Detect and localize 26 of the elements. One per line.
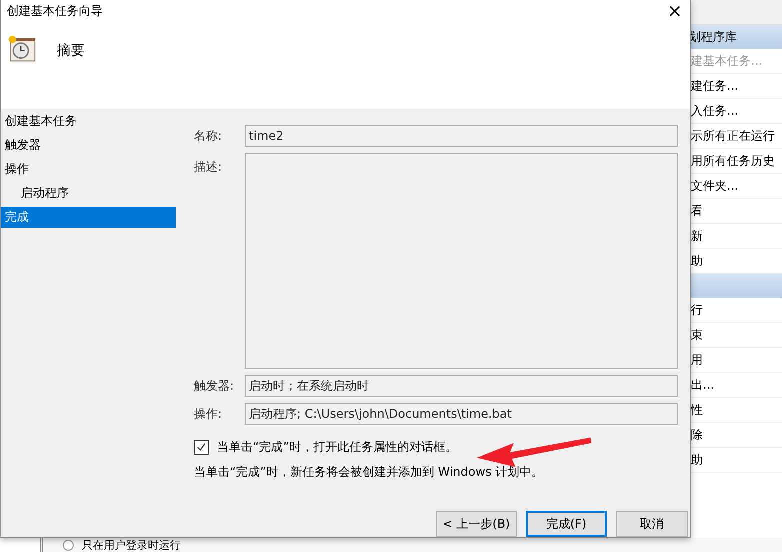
dialog-button[interactable]: < 上一步(B) <box>436 511 517 537</box>
field-label: 操作: <box>194 406 224 422</box>
clock-icon <box>7 34 37 64</box>
dialog-button[interactable]: 取消 <box>616 511 688 537</box>
input-field[interactable]: 启动程序; C:\Users\john\Documents\time.bat <box>245 403 678 425</box>
checkbox-label: 当单击“完成”时，打开此任务属性的对话框。 <box>217 439 458 456</box>
field-label: 触发器: <box>194 378 236 394</box>
dialog-button[interactable]: 完成(F) <box>526 511 607 537</box>
input-field[interactable]: 启动时；在系统启动时 <box>245 375 678 397</box>
info-text: 当单击“完成”时，新任务将会被创建并添加到 Windows 计划中。 <box>194 464 545 481</box>
description-field[interactable] <box>245 153 678 369</box>
wizard-step[interactable]: 触发器 <box>1 135 176 159</box>
wizard-step[interactable]: 完成 <box>1 207 176 228</box>
close-button[interactable]: × <box>660 0 690 22</box>
checkbox[interactable] <box>194 440 209 455</box>
wizard-step[interactable]: 创建基本任务 <box>1 111 176 135</box>
page-heading: 摘要 <box>57 42 85 60</box>
window-title: 创建基本任务向导 <box>7 2 103 20</box>
input-field[interactable]: time2 <box>245 125 678 147</box>
option-label: 只在用户登录时运行 <box>82 538 181 552</box>
wizard-step[interactable]: 操作 <box>1 159 176 183</box>
checkmark-icon <box>196 442 207 453</box>
field-label: 描述: <box>194 159 224 176</box>
field-label: 名称: <box>194 128 224 144</box>
radio-button[interactable] <box>63 540 74 550</box>
wizard-step[interactable]: 启动程序 <box>1 183 176 207</box>
